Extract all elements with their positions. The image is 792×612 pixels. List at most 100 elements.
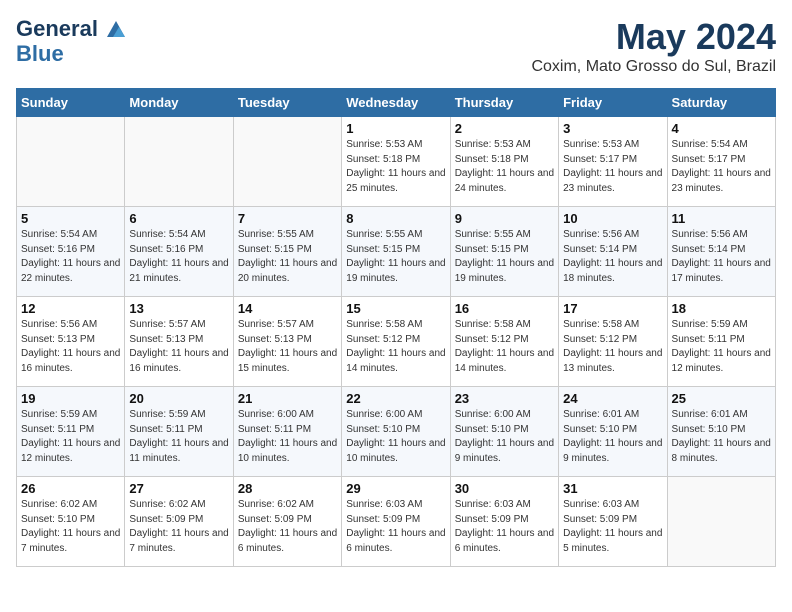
day-info: Sunrise: 5:56 AMSunset: 5:14 PMDaylight:… — [672, 228, 771, 286]
day-info: Sunrise: 5:57 AMSunset: 5:13 PMDaylight:… — [238, 318, 337, 376]
day-number: 27 — [129, 481, 228, 496]
day-info: Sunrise: 5:53 AMSunset: 5:18 PMDaylight:… — [346, 138, 445, 196]
day-info: Sunrise: 6:03 AMSunset: 5:09 PMDaylight:… — [455, 498, 554, 556]
day-info: Sunrise: 6:00 AMSunset: 5:11 PMDaylight:… — [238, 408, 337, 466]
calendar-week-row: 12 Sunrise: 5:56 AMSunset: 5:13 PMDayligh… — [17, 297, 776, 387]
weekday-header: Tuesday — [233, 89, 341, 117]
calendar-day-cell: 17 Sunrise: 5:58 AMSunset: 5:12 PMDayligh… — [559, 297, 667, 387]
logo-icon — [105, 19, 127, 41]
title-block: May 2024 Coxim, Mato Grosso do Sul, Braz… — [531, 16, 776, 76]
day-number: 1 — [346, 121, 445, 136]
day-number: 12 — [21, 301, 120, 316]
day-info: Sunrise: 6:00 AMSunset: 5:10 PMDaylight:… — [455, 408, 554, 466]
calendar-week-row: 26Sunrise: 6:02 AMSunset: 5:10 PMDayligh… — [17, 477, 776, 567]
day-info: Sunrise: 5:56 AMSunset: 5:13 PMDaylight:… — [21, 318, 120, 376]
day-info: Sunrise: 6:01 AMSunset: 5:10 PMDaylight:… — [672, 408, 771, 466]
day-number: 30 — [455, 481, 554, 496]
calendar-day-cell: 28 Sunrise: 6:02 AMSunset: 5:09 PMDayligh… — [233, 477, 341, 567]
calendar-day-cell: 15 Sunrise: 5:58 AMSunset: 5:12 PMDayligh… — [342, 297, 450, 387]
day-info: Sunrise: 5:53 AMSunset: 5:17 PMDaylight:… — [563, 138, 662, 196]
day-number: 17 — [563, 301, 662, 316]
calendar-day-cell: 19 Sunrise: 5:59 AMSunset: 5:11 PMDayligh… — [17, 387, 125, 477]
day-info: Sunrise: 5:58 AMSunset: 5:12 PMDaylight:… — [455, 318, 554, 376]
calendar-day-cell: 7Sunrise: 5:55 AMSunset: 5:15 PMDaylight… — [233, 207, 341, 297]
calendar-week-row: 19 Sunrise: 5:59 AMSunset: 5:11 PMDayligh… — [17, 387, 776, 477]
weekday-header: Thursday — [450, 89, 558, 117]
calendar-day-cell: 2 Sunrise: 5:53 AMSunset: 5:18 PMDaylight… — [450, 117, 558, 207]
day-number: 22 — [346, 391, 445, 406]
calendar-day-cell: 30 Sunrise: 6:03 AMSunset: 5:09 PMDayligh… — [450, 477, 558, 567]
day-number: 6 — [129, 211, 228, 226]
day-number: 11 — [672, 211, 771, 226]
location: Coxim, Mato Grosso do Sul, Brazil — [531, 58, 776, 76]
calendar-day-cell — [17, 117, 125, 207]
calendar-day-cell: 13 Sunrise: 5:57 AMSunset: 5:13 PMDayligh… — [125, 297, 233, 387]
calendar-day-cell: 1 Sunrise: 5:53 AMSunset: 5:18 PMDaylight… — [342, 117, 450, 207]
day-info: Sunrise: 5:54 AMSunset: 5:16 PMDaylight:… — [21, 228, 120, 286]
day-number: 10 — [563, 211, 662, 226]
day-number: 3 — [563, 121, 662, 136]
logo-text: General — [16, 16, 127, 41]
calendar-day-cell: 12 Sunrise: 5:56 AMSunset: 5:13 PMDayligh… — [17, 297, 125, 387]
page-header: General Blue May 2024 Coxim, Mato Grosso… — [16, 16, 776, 76]
day-info: Sunrise: 5:59 AMSunset: 5:11 PMDaylight:… — [129, 408, 228, 466]
day-number: 5 — [21, 211, 120, 226]
weekday-header: Wednesday — [342, 89, 450, 117]
day-number: 2 — [455, 121, 554, 136]
day-info: Sunrise: 6:02 AMSunset: 5:09 PMDaylight:… — [129, 498, 228, 556]
calendar-day-cell: 6Sunrise: 5:54 AMSunset: 5:16 PMDaylight… — [125, 207, 233, 297]
day-info: Sunrise: 5:53 AMSunset: 5:18 PMDaylight:… — [455, 138, 554, 196]
calendar-day-cell: 27 Sunrise: 6:02 AMSunset: 5:09 PMDayligh… — [125, 477, 233, 567]
month-title: May 2024 — [531, 16, 776, 58]
day-number: 21 — [238, 391, 337, 406]
calendar-day-cell: 31Sunrise: 6:03 AMSunset: 5:09 PMDayligh… — [559, 477, 667, 567]
calendar-day-cell: 24 Sunrise: 6:01 AMSunset: 5:10 PMDayligh… — [559, 387, 667, 477]
day-number: 25 — [672, 391, 771, 406]
day-number: 28 — [238, 481, 337, 496]
day-info: Sunrise: 5:57 AMSunset: 5:13 PMDaylight:… — [129, 318, 228, 376]
calendar-day-cell: 10 Sunrise: 5:56 AMSunset: 5:14 PMDayligh… — [559, 207, 667, 297]
calendar-week-row: 5 Sunrise: 5:54 AMSunset: 5:16 PMDaylight… — [17, 207, 776, 297]
day-number: 14 — [238, 301, 337, 316]
day-info: Sunrise: 5:59 AMSunset: 5:11 PMDaylight:… — [672, 318, 771, 376]
day-number: 24 — [563, 391, 662, 406]
calendar-day-cell — [233, 117, 341, 207]
weekday-header: Monday — [125, 89, 233, 117]
calendar-day-cell: 16Sunrise: 5:58 AMSunset: 5:12 PMDayligh… — [450, 297, 558, 387]
logo: General Blue — [16, 16, 127, 67]
day-info: Sunrise: 6:02 AMSunset: 5:09 PMDaylight:… — [238, 498, 337, 556]
day-info: Sunrise: 6:02 AMSunset: 5:10 PMDaylight:… — [21, 498, 120, 556]
calendar-week-row: 1 Sunrise: 5:53 AMSunset: 5:18 PMDaylight… — [17, 117, 776, 207]
day-number: 29 — [346, 481, 445, 496]
calendar-day-cell: 21 Sunrise: 6:00 AMSunset: 5:11 PMDayligh… — [233, 387, 341, 477]
day-number: 19 — [21, 391, 120, 406]
day-info: Sunrise: 5:58 AMSunset: 5:12 PMDaylight:… — [346, 318, 445, 376]
day-number: 13 — [129, 301, 228, 316]
calendar-day-cell: 4 Sunrise: 5:54 AMSunset: 5:17 PMDaylight… — [667, 117, 775, 207]
day-info: Sunrise: 6:00 AMSunset: 5:10 PMDaylight:… — [346, 408, 445, 466]
calendar-day-cell: 9Sunrise: 5:55 AMSunset: 5:15 PMDaylight… — [450, 207, 558, 297]
day-info: Sunrise: 5:59 AMSunset: 5:11 PMDaylight:… — [21, 408, 120, 466]
calendar-day-cell: 3 Sunrise: 5:53 AMSunset: 5:17 PMDaylight… — [559, 117, 667, 207]
calendar-table: SundayMondayTuesdayWednesdayThursdayFrid… — [16, 88, 776, 567]
day-number: 20 — [129, 391, 228, 406]
calendar-day-cell — [667, 477, 775, 567]
day-info: Sunrise: 5:58 AMSunset: 5:12 PMDaylight:… — [563, 318, 662, 376]
day-number: 4 — [672, 121, 771, 136]
calendar-day-cell: 5 Sunrise: 5:54 AMSunset: 5:16 PMDaylight… — [17, 207, 125, 297]
day-number: 15 — [346, 301, 445, 316]
day-info: Sunrise: 5:54 AMSunset: 5:17 PMDaylight:… — [672, 138, 771, 196]
logo-blue: Blue — [16, 41, 127, 66]
day-number: 8 — [346, 211, 445, 226]
day-info: Sunrise: 6:03 AMSunset: 5:09 PMDaylight:… — [346, 498, 445, 556]
day-info: Sunrise: 6:01 AMSunset: 5:10 PMDaylight:… — [563, 408, 662, 466]
calendar-day-cell: 14 Sunrise: 5:57 AMSunset: 5:13 PMDayligh… — [233, 297, 341, 387]
weekday-header: Saturday — [667, 89, 775, 117]
day-number: 23 — [455, 391, 554, 406]
calendar-day-cell: 29 Sunrise: 6:03 AMSunset: 5:09 PMDayligh… — [342, 477, 450, 567]
day-number: 9 — [455, 211, 554, 226]
day-info: Sunrise: 5:56 AMSunset: 5:14 PMDaylight:… — [563, 228, 662, 286]
calendar-day-cell: 20 Sunrise: 5:59 AMSunset: 5:11 PMDayligh… — [125, 387, 233, 477]
calendar-header-row: SundayMondayTuesdayWednesdayThursdayFrid… — [17, 89, 776, 117]
weekday-header: Sunday — [17, 89, 125, 117]
